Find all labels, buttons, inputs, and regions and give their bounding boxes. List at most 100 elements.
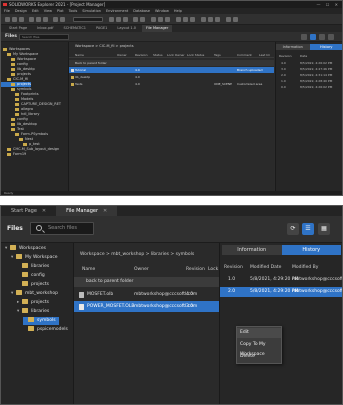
net-icon[interactable]	[176, 17, 181, 22]
tree-item[interactable]: config	[17, 272, 45, 280]
tab-history[interactable]: History	[309, 44, 342, 50]
col-lock[interactable]: Lock	[208, 267, 218, 272]
close-icon[interactable]: ✕	[103, 208, 107, 214]
history-row[interactable]: 0.0 8/5/2022, 4:26:02 PM	[276, 85, 342, 90]
tree-item-selected[interactable]: symbols	[23, 317, 59, 325]
tab-layout[interactable]: Layout 1.0	[113, 25, 140, 32]
grid-icon[interactable]	[133, 17, 138, 22]
tab-inbox[interactable]: Inbox.pdf	[33, 25, 57, 32]
refresh-icon[interactable]	[301, 34, 307, 40]
paste-icon[interactable]	[43, 17, 48, 22]
col-status[interactable]: Status	[153, 53, 163, 57]
tab-start-page[interactable]: Start Page ✕	[1, 206, 56, 216]
menu-item-copy-to-workspace[interactable]: Copy To My Workspace	[237, 340, 281, 357]
table-row[interactable]: lib_desktp 4.0	[69, 74, 274, 80]
grid-view-icon[interactable]: ▦	[318, 223, 330, 235]
tree-item-mbt-workshop[interactable]: ▾ mbt_workshop	[11, 290, 58, 298]
save-icon[interactable]	[19, 17, 24, 22]
tab-file-manager[interactable]: File Manager ✕	[56, 206, 118, 216]
table-row-selected[interactable]: POWER_MOSFET.OLB mbtworkshop@cccsoftl.co…	[74, 301, 219, 312]
tree-item[interactable]: libraries	[17, 263, 49, 271]
grid-view-icon[interactable]	[319, 34, 325, 40]
table-row[interactable]: Tests 4.0 ONE_SCENE Customized area	[69, 81, 274, 87]
tab-schematic[interactable]: SCHEMATIC1	[60, 25, 91, 32]
history-row[interactable]: 2.0 8/5/2022, 4:31:14 PM	[276, 73, 342, 78]
col-revision[interactable]: Revision	[186, 267, 205, 272]
tree-item-workspaces[interactable]: ▾ Workspaces	[5, 245, 46, 253]
breadcrumb[interactable]: Workspace > CIC-M_fil > projects	[69, 42, 274, 50]
tree-item-my-workspace[interactable]: ▾ My Workspace	[11, 254, 58, 262]
col-lock-owner[interactable]: Lock Owner	[167, 53, 185, 57]
list-view-icon[interactable]	[310, 34, 316, 40]
folder-icon	[71, 75, 74, 79]
history-row[interactable]: 1.0 5/8/2021, 4:29:20 PM mbtworkshop@ccc…	[220, 275, 342, 285]
tab-file-manager[interactable]: File Manager	[141, 25, 173, 32]
ground-icon[interactable]	[183, 17, 188, 22]
top-screenshot: SOLIDWORKS Explorer 2021 - [Project Mana…	[0, 0, 343, 196]
text-icon[interactable]	[201, 17, 206, 22]
line-icon[interactable]	[208, 17, 213, 22]
tree-item[interactable]: ▸ projects	[17, 299, 49, 307]
wire-icon[interactable]	[151, 17, 156, 22]
col-tags[interactable]: Tags	[214, 53, 221, 57]
folder-icon	[23, 142, 27, 146]
document-tabs: Start Page Inbox.pdf SCHEMATIC1 PAGE1 La…	[1, 25, 342, 32]
col-lock-status[interactable]: Lock Status	[187, 53, 204, 57]
search-input[interactable]: Search files	[19, 34, 69, 40]
tab-information[interactable]: Information	[222, 245, 282, 255]
tab-start-page[interactable]: Start Page	[5, 25, 31, 32]
table-row[interactable]: Tutorial 4.0 Branch uploaded	[69, 67, 274, 73]
close-icon[interactable]: ✕	[42, 208, 46, 214]
window-controls[interactable]: — ☐ ✕	[317, 2, 340, 7]
cut-icon[interactable]	[29, 17, 34, 22]
history-header: Revision Date	[279, 54, 308, 58]
col-last[interactable]: Last Im	[259, 53, 270, 57]
tab-page[interactable]: PAGE1	[92, 25, 111, 32]
open-icon[interactable]	[12, 17, 17, 22]
breadcrumb[interactable]: Workspace > mbt_workshop > libraries > s…	[80, 252, 194, 257]
tree-item[interactable]: Form19	[7, 152, 26, 157]
history-row[interactable]: 4.0 8/5/2022, 4:26:02 PM	[276, 61, 342, 66]
copy-icon[interactable]	[36, 17, 41, 22]
folder-icon	[16, 254, 22, 259]
col-owner[interactable]: Owner	[117, 53, 127, 57]
back-to-parent-row[interactable]: back to parent folder	[74, 277, 219, 287]
history-header: Revision Modified Date Modified By	[220, 263, 342, 273]
col-owner[interactable]: Owner	[134, 267, 149, 272]
col-name[interactable]: Name	[82, 267, 95, 272]
zoom-fit-icon[interactable]	[123, 17, 128, 22]
power-icon[interactable]	[190, 17, 195, 22]
refresh-icon[interactable]: ⟳	[287, 223, 299, 235]
zoom-out-icon[interactable]	[116, 17, 121, 22]
toolbar-dropdown[interactable]	[73, 17, 103, 22]
part-icon[interactable]	[165, 17, 170, 22]
tree-item[interactable]: pspicemodels	[23, 326, 68, 334]
snap-icon[interactable]	[140, 17, 145, 22]
table-row[interactable]: MOSFET.olb mbtworkshop@cccsoftl.com 4.0	[74, 289, 219, 300]
history-row-selected[interactable]: 2.0 5/8/2021, 4:29:20 PM mbtworkshop@ccc…	[220, 287, 342, 297]
tree-item[interactable]: projects	[17, 281, 49, 289]
history-row[interactable]: 3.0 8/5/2022, 4:47:46 PM	[276, 67, 342, 72]
settings-icon[interactable]	[328, 34, 334, 40]
col-comment[interactable]: Comment	[237, 53, 252, 57]
tab-history[interactable]: History	[281, 245, 341, 255]
col-revision[interactable]: Revision	[135, 53, 148, 57]
table-row-parent[interactable]: Back to parent folder	[69, 60, 274, 66]
zoom-in-icon[interactable]	[109, 17, 114, 22]
folder-icon	[7, 147, 11, 151]
menu-item-delete[interactable]: Delete	[237, 352, 281, 362]
menu-item-edit[interactable]: Edit	[237, 328, 281, 338]
history-row[interactable]: 1.0 8/5/2022, 4:28:40 PM	[276, 79, 342, 84]
list-view-icon[interactable]: ☰	[302, 223, 314, 235]
tree-item[interactable]: ▾ libraries	[17, 308, 49, 316]
bus-icon[interactable]	[158, 17, 163, 22]
new-icon[interactable]	[5, 17, 10, 22]
col-name[interactable]: Name	[75, 53, 84, 57]
undo-icon[interactable]	[53, 17, 58, 22]
redo-icon[interactable]	[60, 17, 65, 22]
probe-icon[interactable]	[233, 17, 238, 22]
run-icon[interactable]	[226, 17, 231, 22]
tab-information[interactable]: Information	[276, 44, 310, 50]
rect-icon[interactable]	[215, 17, 220, 22]
folder-icon	[22, 299, 28, 304]
